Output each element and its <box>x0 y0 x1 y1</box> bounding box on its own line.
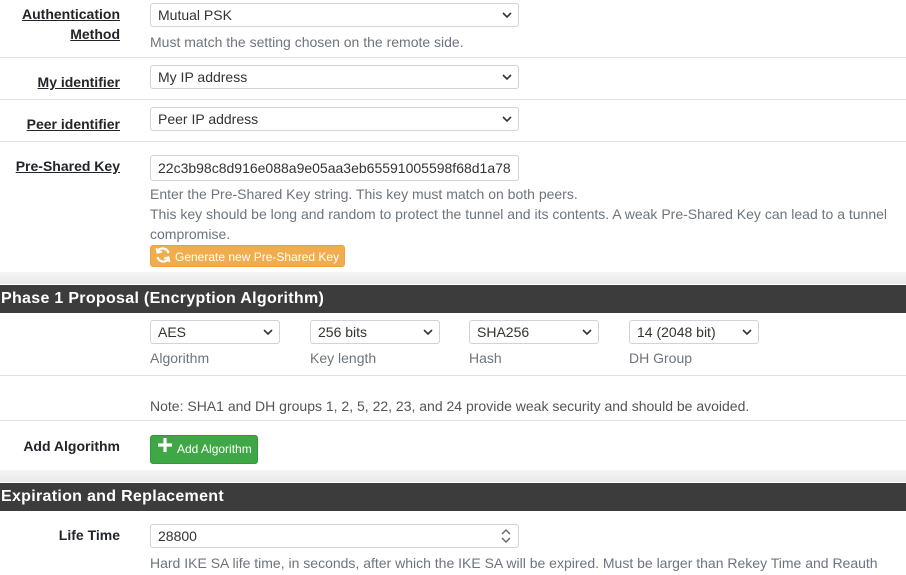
spinner-arrows-icon[interactable] <box>500 528 512 544</box>
add-algorithm-button[interactable]: Add Algorithm <box>150 435 258 464</box>
add-algorithm-button-label: Add Algorithm <box>177 442 252 457</box>
psk-help-3: compromise. <box>150 226 231 242</box>
auth-method-label: Authentication Method <box>22 4 120 44</box>
algorithm-value: AES <box>158 324 187 340</box>
peer-identifier-label: Peer identifier <box>26 116 120 132</box>
dh-group-select[interactable]: 14 (2048 bit) <box>629 320 759 344</box>
chevron-down-icon <box>742 321 752 343</box>
weak-security-note: Note: SHA1 and DH groups 1, 2, 5, 22, 23… <box>150 398 750 414</box>
life-time-help: Hard IKE SA life time, in seconds, after… <box>150 555 878 571</box>
hash-sublabel: Hash <box>469 350 502 366</box>
psk-label: Pre-Shared Key <box>15 158 120 174</box>
key-length-value: 256 bits <box>318 324 368 340</box>
psk-help-2: This key should be long and random to pr… <box>150 206 888 222</box>
key-length-sublabel: Key length <box>310 350 377 366</box>
auth-method-help: Must match the setting chosen on the rem… <box>150 34 464 50</box>
divider <box>0 57 906 58</box>
divider <box>0 99 906 100</box>
my-identifier-select[interactable]: My IP address <box>150 65 519 89</box>
hash-select[interactable]: SHA256 <box>469 320 599 344</box>
my-identifier-value: My IP address <box>158 69 248 85</box>
auth-method-label-line2: Method <box>70 26 120 42</box>
life-time-input[interactable]: 28800 <box>150 524 519 548</box>
divider <box>0 420 906 421</box>
algorithm-sublabel: Algorithm <box>150 350 210 366</box>
peer-identifier-select[interactable]: Peer IP address <box>150 107 519 131</box>
chevron-down-icon <box>502 4 512 26</box>
phase1-header: Phase 1 Proposal (Encryption Algorithm) <box>0 285 906 313</box>
hash-value: SHA256 <box>477 324 530 340</box>
divider <box>0 375 906 376</box>
life-time-value: 28800 <box>158 528 197 544</box>
refresh-icon <box>154 246 172 270</box>
life-time-label: Life Time <box>58 527 120 543</box>
generate-psk-label: Generate new Pre-Shared Key <box>175 250 340 265</box>
chevron-down-icon <box>582 321 592 343</box>
plus-icon <box>156 436 174 464</box>
psk-help-1: Enter the Pre-Shared Key string. This ke… <box>150 186 578 202</box>
expiration-header: Expiration and Replacement <box>0 483 906 511</box>
algorithm-select[interactable]: AES <box>150 320 280 344</box>
dh-group-sublabel: DH Group <box>629 350 693 366</box>
auth-method-select[interactable]: Mutual PSK <box>150 3 519 27</box>
section-spacer <box>0 470 906 482</box>
my-identifier-label: My identifier <box>37 74 120 90</box>
dh-group-value: 14 (2048 bit) <box>637 324 716 340</box>
generate-psk-button[interactable]: Generate new Pre-Shared Key <box>150 245 346 270</box>
chevron-down-icon <box>502 66 512 88</box>
key-length-select[interactable]: 256 bits <box>310 320 440 344</box>
psk-input[interactable]: 22c3b98c8d916e088a9e05aa3eb65591005598f6… <box>150 155 519 181</box>
section-spacer <box>0 272 906 284</box>
auth-method-label-line1: Authentication <box>22 6 120 22</box>
add-algorithm-label: Add Algorithm <box>23 438 120 454</box>
chevron-down-icon <box>502 108 512 130</box>
auth-method-value: Mutual PSK <box>158 7 232 23</box>
chevron-down-icon <box>263 321 273 343</box>
chevron-down-icon <box>423 321 433 343</box>
divider <box>0 141 906 142</box>
peer-identifier-value: Peer IP address <box>158 111 259 127</box>
